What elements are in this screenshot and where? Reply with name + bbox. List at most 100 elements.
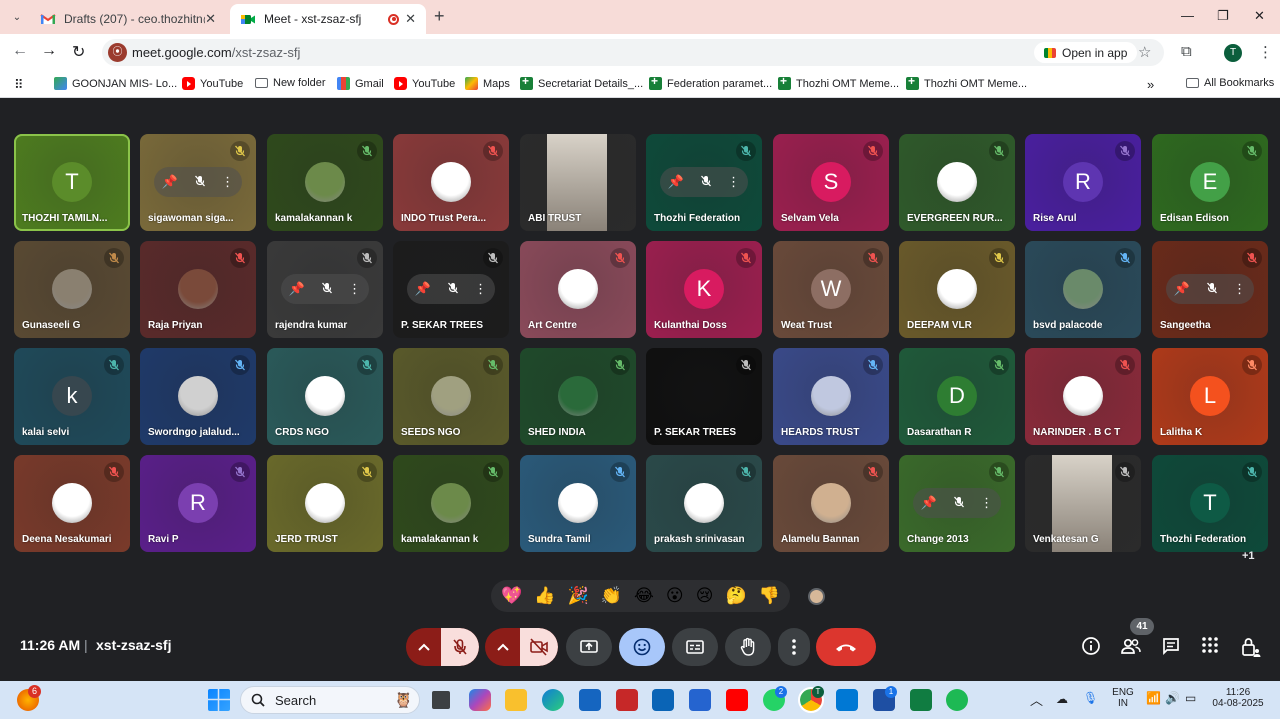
- tab-gmail[interactable]: Drafts (207) - ceo.thozhitn@gm ✕: [30, 4, 226, 34]
- more-vert-icon[interactable]: ⋮: [980, 495, 993, 511]
- mute-participant-icon[interactable]: [953, 496, 965, 511]
- participant-tile[interactable]: INDO Trust Pera...: [393, 134, 509, 231]
- participant-tile[interactable]: 📌 ⋮ Thozhi Federation: [646, 134, 762, 231]
- participant-tile[interactable]: k kalai selvi: [14, 348, 130, 445]
- reaction-emoji[interactable]: 👍: [534, 586, 555, 606]
- participant-tile[interactable]: D Dasarathan R: [899, 348, 1015, 445]
- participant-tile[interactable]: P. SEKAR TREES: [646, 348, 762, 445]
- youtube-app-icon[interactable]: [726, 689, 748, 711]
- participant-tile[interactable]: Swordngo jalalud...: [140, 348, 256, 445]
- participant-tile[interactable]: kamalakannan k: [393, 455, 509, 552]
- menu-icon[interactable]: ⋮: [1258, 43, 1273, 61]
- participant-tile[interactable]: Deena Nesakumari: [14, 455, 130, 552]
- bookmark-star-icon[interactable]: ☆: [1138, 43, 1151, 61]
- host-controls-button[interactable]: [1241, 636, 1261, 663]
- camera-options-chevron-icon[interactable]: [485, 628, 520, 666]
- participant-tile[interactable]: 📌 ⋮ sigawoman siga...: [140, 134, 256, 231]
- participant-tile[interactable]: EVERGREEN RUR...: [899, 134, 1015, 231]
- spotify-icon[interactable]: [946, 689, 968, 711]
- battery-icon[interactable]: ▭: [1185, 691, 1196, 705]
- participant-tile[interactable]: 📌 ⋮ P. SEKAR TREES: [393, 241, 509, 338]
- restore-icon[interactable]: ❐: [1217, 8, 1229, 24]
- meeting-details-button[interactable]: [1081, 636, 1101, 661]
- windows-start-icon[interactable]: [208, 689, 230, 711]
- mute-participant-icon[interactable]: [447, 282, 459, 297]
- participant-tile[interactable]: 📌 ⋮ Change 2013: [899, 455, 1015, 552]
- pin-icon[interactable]: 📌: [289, 281, 305, 297]
- raise-hand-button[interactable]: [725, 628, 771, 666]
- participant-tile[interactable]: R Rise Arul: [1025, 134, 1141, 231]
- reactions-button[interactable]: [619, 628, 665, 666]
- mute-participant-icon[interactable]: [194, 175, 206, 190]
- participant-tile[interactable]: CRDS NGO: [267, 348, 383, 445]
- mic-tray-icon[interactable]: 🎙: [1083, 691, 1098, 705]
- apps-icon[interactable]: ⠿: [14, 77, 24, 93]
- language-indicator[interactable]: ENG IN: [1110, 687, 1136, 709]
- activities-button[interactable]: [1201, 636, 1219, 659]
- more-vert-icon[interactable]: ⋮: [727, 174, 740, 190]
- reaction-emoji[interactable]: 🎉: [568, 586, 589, 606]
- excel-icon[interactable]: [910, 689, 932, 711]
- more-options-button[interactable]: [778, 628, 810, 666]
- extensions-icon[interactable]: ⧉: [1181, 43, 1192, 60]
- reaction-emoji[interactable]: 😮: [666, 586, 684, 606]
- reaction-emoji[interactable]: 💖: [501, 586, 522, 606]
- participant-tile[interactable]: Gunaseeli G: [14, 241, 130, 338]
- taskbar-search[interactable]: Search 🦉: [240, 686, 420, 714]
- pin-icon[interactable]: 📌: [162, 174, 178, 190]
- mute-participant-icon[interactable]: [321, 282, 333, 297]
- mcafee-icon[interactable]: [616, 689, 638, 711]
- tray-chevron-icon[interactable]: ︿: [1030, 690, 1043, 709]
- pin-icon[interactable]: 📌: [921, 495, 937, 511]
- new-tab-button[interactable]: +: [434, 6, 445, 27]
- participant-tile[interactable]: DEEPAM VLR: [899, 241, 1015, 338]
- participant-tile[interactable]: S Selvam Vela: [773, 134, 889, 231]
- forward-icon[interactable]: →: [41, 42, 57, 60]
- close-icon[interactable]: ✕: [205, 11, 216, 27]
- bookmark-item[interactable]: Maps: [465, 77, 510, 90]
- site-info-icon[interactable]: ⦿: [108, 43, 127, 62]
- bookmark-item[interactable]: New folder: [255, 77, 326, 89]
- bookmark-item[interactable]: YouTube: [394, 77, 455, 90]
- captions-button[interactable]: [672, 628, 718, 666]
- address-bar[interactable]: ⦿ meet.google.com/xst-zsaz-sfj Open in a…: [102, 39, 1164, 66]
- leave-call-button[interactable]: [816, 628, 876, 666]
- present-screen-button[interactable]: [566, 628, 612, 666]
- participant-tile[interactable]: Raja Priyan: [140, 241, 256, 338]
- participant-tile[interactable]: K Kulanthai Doss: [646, 241, 762, 338]
- participant-tile[interactable]: HEARDS TRUST: [773, 348, 889, 445]
- copilot-icon[interactable]: [469, 689, 491, 711]
- tab-search-button[interactable]: ⌄: [6, 7, 28, 27]
- bookmark-item[interactable]: Secretariat Details_...: [520, 74, 643, 90]
- participant-tile[interactable]: NARINDER . B C T: [1025, 348, 1141, 445]
- tab-meet[interactable]: Meet - xst-zsaz-sfj ✕: [230, 4, 426, 34]
- pin-icon[interactable]: 📌: [668, 174, 684, 190]
- participant-tile[interactable]: E Edisan Edison: [1152, 134, 1268, 231]
- volume-icon[interactable]: 🔊: [1165, 691, 1180, 705]
- participant-tile[interactable]: 📌 ⋮ Sangeetha: [1152, 241, 1268, 338]
- reaction-emoji[interactable]: 🤔: [726, 586, 747, 606]
- bookmark-item[interactable]: GOONJAN MIS- Lo...: [54, 77, 177, 90]
- reaction-emoji[interactable]: 👏: [601, 586, 622, 606]
- participant-tile[interactable]: prakash srinivasan: [646, 455, 762, 552]
- mic-options-chevron-icon[interactable]: [406, 628, 441, 666]
- participant-tile[interactable]: L Lalitha K: [1152, 348, 1268, 445]
- file-explorer-icon[interactable]: [505, 689, 527, 711]
- todo-icon[interactable]: [689, 689, 711, 711]
- close-icon[interactable]: ✕: [405, 11, 416, 27]
- bookmark-item[interactable]: Gmail: [337, 77, 384, 90]
- onedrive-icon[interactable]: ☁: [1056, 692, 1068, 706]
- store-icon[interactable]: [579, 689, 601, 711]
- reaction-emoji[interactable]: 👎: [759, 586, 780, 606]
- bookmark-item[interactable]: YouTube: [182, 77, 243, 90]
- participant-tile[interactable]: Alamelu Bannan: [773, 455, 889, 552]
- participant-tile[interactable]: Art Centre: [520, 241, 636, 338]
- participant-tile[interactable]: T THOZHI TAMILN...: [14, 134, 130, 231]
- more-bookmarks-icon[interactable]: »: [1147, 77, 1154, 92]
- participant-tile[interactable]: ABI TRUST: [520, 134, 636, 231]
- reload-icon[interactable]: ↻: [72, 42, 85, 62]
- participant-tile[interactable]: T Thozhi Federation: [1152, 455, 1268, 552]
- participant-tile[interactable]: 📌 ⋮ rajendra kumar: [267, 241, 383, 338]
- pin-icon[interactable]: 📌: [415, 281, 431, 297]
- bookmark-item[interactable]: Federation paramet...: [649, 74, 772, 90]
